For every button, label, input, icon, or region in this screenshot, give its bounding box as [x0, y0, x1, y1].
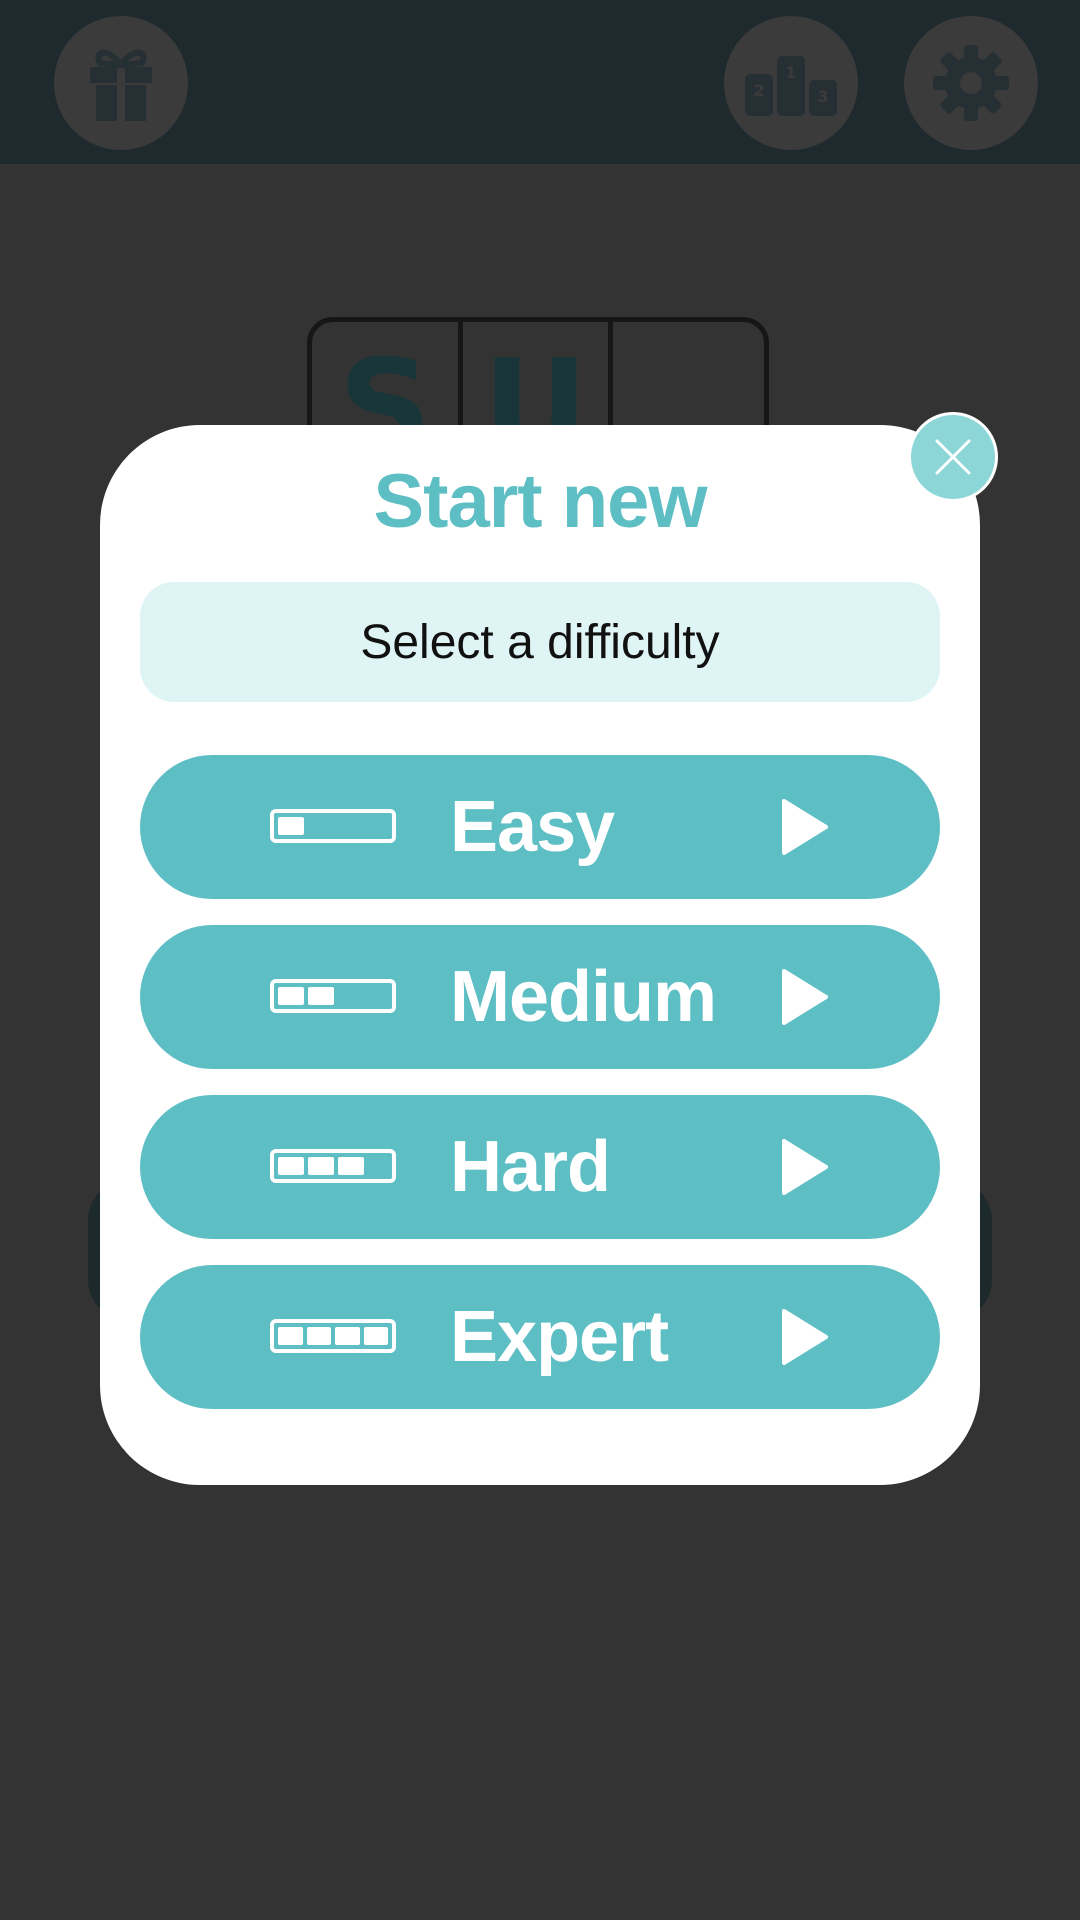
svg-text:3: 3 — [817, 87, 828, 106]
difficulty-button-expert[interactable]: Expert — [140, 1265, 940, 1409]
subtitle-text: Select a difficulty — [360, 615, 720, 669]
subtitle-banner: Select a difficulty — [140, 582, 940, 702]
podium-icon: 2 1 3 — [745, 56, 837, 116]
difficulty-meter-icon — [270, 1319, 396, 1353]
top-bar: 2 1 3 — [0, 0, 1080, 164]
difficulty-label: Expert — [450, 1297, 669, 1377]
settings-button[interactable] — [904, 16, 1038, 150]
play-icon — [782, 799, 828, 855]
difficulty-button-easy[interactable]: Easy — [140, 755, 940, 899]
difficulty-label: Medium — [450, 957, 717, 1037]
gift-icon — [90, 49, 152, 121]
difficulty-button-hard[interactable]: Hard — [140, 1095, 940, 1239]
play-icon — [782, 969, 828, 1025]
play-icon — [782, 1309, 828, 1365]
difficulty-meter-icon — [270, 979, 396, 1013]
play-icon — [782, 1139, 828, 1195]
difficulty-meter-icon — [270, 809, 396, 843]
svg-text:1: 1 — [785, 63, 796, 82]
difficulty-label: Hard — [450, 1127, 611, 1207]
difficulty-button-medium[interactable]: Medium — [140, 925, 940, 1069]
difficulty-meter-icon — [270, 1149, 396, 1183]
difficulty-label: Easy — [450, 787, 615, 867]
dialog-title: Start new — [373, 459, 707, 544]
gift-button[interactable] — [54, 16, 188, 150]
gear-icon — [933, 45, 1009, 121]
leaderboard-button[interactable]: 2 1 3 — [724, 16, 858, 150]
svg-text:2: 2 — [753, 81, 764, 100]
